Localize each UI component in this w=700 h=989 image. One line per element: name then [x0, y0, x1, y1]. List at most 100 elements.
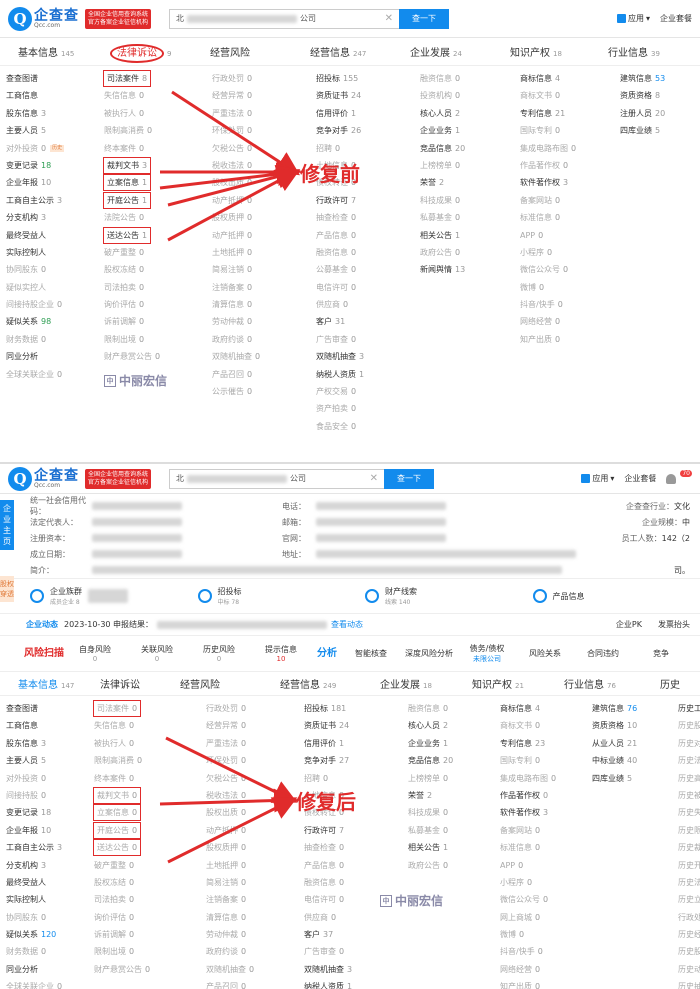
nav-item[interactable]: 信用评价 1: [316, 105, 420, 122]
tab-0[interactable]: 基本信息 145: [0, 44, 92, 59]
nav-item[interactable]: 投资机构 0: [420, 87, 520, 104]
nav-item[interactable]: 资质证书 24: [304, 717, 408, 734]
nav-item[interactable]: 间接持股企业 0: [6, 296, 104, 313]
nav-item[interactable]: 产品召回 0: [206, 978, 304, 989]
nav-item[interactable]: 历史法人: [678, 752, 700, 769]
nav-item[interactable]: 网上商城 0: [500, 909, 592, 926]
nav-item[interactable]: 查查图谱: [6, 700, 94, 717]
nav-item[interactable]: 失信信息 0: [94, 717, 206, 734]
nav-item[interactable]: 政府公告 0: [408, 857, 500, 874]
search-input[interactable]: 北 公司 ✕: [169, 468, 385, 489]
nav-item[interactable]: 历史动产: [678, 961, 700, 978]
nav-item[interactable]: 商标文书 0: [500, 717, 592, 734]
nav-item[interactable]: 注册人员 20: [620, 105, 700, 122]
nav-item[interactable]: 小程序 0: [520, 244, 620, 261]
nav-item[interactable]: 财务数据 0: [6, 943, 94, 960]
nav-item[interactable]: 清算信息 0: [206, 909, 304, 926]
nav-item[interactable]: 新闻舆情 13: [420, 261, 520, 278]
nav-item[interactable]: 间接持股 0: [6, 787, 94, 804]
nav-item[interactable]: 历史失信: [678, 804, 700, 821]
risk-item[interactable]: 关联风险 0: [126, 644, 188, 663]
nav-item[interactable]: 环保处罚 0: [206, 752, 304, 769]
nav-item[interactable]: 四库业绩 5: [620, 122, 700, 139]
nav-item[interactable]: 科技成果 0: [408, 804, 500, 821]
nav-item[interactable]: 招聘 0: [304, 770, 408, 787]
nav-item[interactable]: 历史法院: [678, 874, 700, 891]
nav-item[interactable]: 国际专利 0: [520, 122, 620, 139]
nav-item[interactable]: 同业分析: [6, 348, 104, 365]
nav-item[interactable]: 诉前调解 0: [104, 313, 212, 330]
tab-4[interactable]: 企业发展 18: [362, 676, 454, 691]
nav-item[interactable]: 纳税人资质 1: [316, 366, 420, 383]
nav-item[interactable]: 集成电路布图 0: [500, 770, 592, 787]
nav-item[interactable]: 资质资格 8: [620, 87, 700, 104]
nav-item[interactable]: 历史高管: [678, 770, 700, 787]
nav-item[interactable]: 股权冻结 0: [94, 874, 206, 891]
nav-item[interactable]: 土地抵押 0: [212, 244, 316, 261]
nav-item[interactable]: 诉前调解 0: [94, 926, 206, 943]
nav-item[interactable]: 动产抵押 0: [212, 227, 316, 244]
risk-item[interactable]: 历史风险 0: [188, 644, 250, 663]
nav-item[interactable]: APP 0: [520, 227, 620, 244]
nav-item[interactable]: 动产抵押 0: [206, 822, 304, 839]
nav-item[interactable]: 上榜榜单 0: [408, 770, 500, 787]
nav-item[interactable]: 信用评价 1: [304, 735, 408, 752]
nav-item[interactable]: 小程序 0: [500, 874, 592, 891]
nav-item[interactable]: 送达公告 0: [92, 839, 142, 857]
nav-item[interactable]: 招投标 181: [304, 700, 408, 717]
nav-item[interactable]: 历史被执: [678, 787, 700, 804]
nav-item[interactable]: 财产悬赏公告 0: [104, 348, 212, 365]
nav-item[interactable]: 税收违法 0: [206, 787, 304, 804]
nav-item[interactable]: 送达公告 1: [102, 226, 152, 244]
nav-item[interactable]: 广告审查 0: [316, 331, 420, 348]
nav-item[interactable]: 变更记录 18: [6, 804, 94, 821]
nav-item[interactable]: 欠税公告 0: [206, 770, 304, 787]
nav-item[interactable]: 四库业绩 5: [592, 770, 678, 787]
nav-item[interactable]: 知产出质 0: [500, 978, 592, 989]
nav-item[interactable]: 商标信息 4: [520, 70, 620, 87]
nav-item[interactable]: 专利信息 23: [500, 735, 592, 752]
nav-item[interactable]: 微博 0: [500, 926, 592, 943]
tab-3[interactable]: 经营信息 249: [262, 676, 362, 691]
nav-item[interactable]: 财产悬赏公告 0: [94, 961, 206, 978]
nav-item[interactable]: 竞争对手 26: [316, 122, 420, 139]
nav-item[interactable]: 限制出境 0: [104, 331, 212, 348]
tab-2[interactable]: 经营风险: [192, 44, 292, 59]
nav-item[interactable]: 询价评估 0: [104, 296, 212, 313]
nav-item[interactable]: 分支机构 3: [6, 209, 104, 226]
nav-item[interactable]: 供应商 0: [316, 296, 420, 313]
nav-item[interactable]: 开庭公告 1: [102, 191, 152, 209]
nav-item[interactable]: 限制高消费 0: [94, 752, 206, 769]
search-button[interactable]: 查一下: [399, 8, 450, 29]
nav-item[interactable]: 科技成果 0: [420, 192, 520, 209]
nav-item[interactable]: 核心人员 2: [420, 105, 520, 122]
nav-item[interactable]: 历史经营: [678, 926, 700, 943]
nav-item[interactable]: 客户 31: [316, 313, 420, 330]
nav-item[interactable]: 工商自主公示 3: [6, 192, 104, 209]
nav-item[interactable]: 破产重整 0: [104, 244, 212, 261]
search-button[interactable]: 查一下: [384, 468, 435, 489]
stat-card[interactable]: 财产线索 线索 140: [365, 586, 533, 606]
nav-item[interactable]: 历史开庭: [678, 857, 700, 874]
nav-item[interactable]: 注销备案 0: [212, 279, 316, 296]
nav-item[interactable]: 疑似实控人: [6, 279, 104, 296]
nav-item[interactable]: 历史立案: [678, 891, 700, 908]
nav-item[interactable]: 司法案件 8: [102, 70, 152, 87]
plan-link[interactable]: 企业套餐: [660, 13, 692, 24]
nav-item[interactable]: 限制高消费 0: [104, 122, 212, 139]
nav-item[interactable]: 融资信息 0: [316, 244, 420, 261]
nav-item[interactable]: 企业业务 1: [420, 122, 520, 139]
analysis-item[interactable]: 深度风险分析: [400, 648, 458, 659]
nav-item[interactable]: 政府公告 0: [420, 244, 520, 261]
nav-item[interactable]: 竞争对手 27: [304, 752, 408, 769]
nav-item[interactable]: 私募基金 0: [408, 822, 500, 839]
nav-item[interactable]: 双随机抽查 0: [206, 961, 304, 978]
nav-item[interactable]: 双随机抽查 3: [304, 961, 408, 978]
tab-6[interactable]: 行业信息 76: [546, 676, 642, 691]
nav-item[interactable]: 知产出质 0: [520, 331, 620, 348]
nav-item[interactable]: 全球关联企业 0: [6, 978, 94, 989]
nav-item[interactable]: 建筑信息 76: [592, 700, 678, 717]
nav-item[interactable]: 相关公告 1: [408, 839, 500, 856]
nav-item[interactable]: 备案网站 0: [520, 192, 620, 209]
nav-item[interactable]: 严重违法 0: [206, 735, 304, 752]
